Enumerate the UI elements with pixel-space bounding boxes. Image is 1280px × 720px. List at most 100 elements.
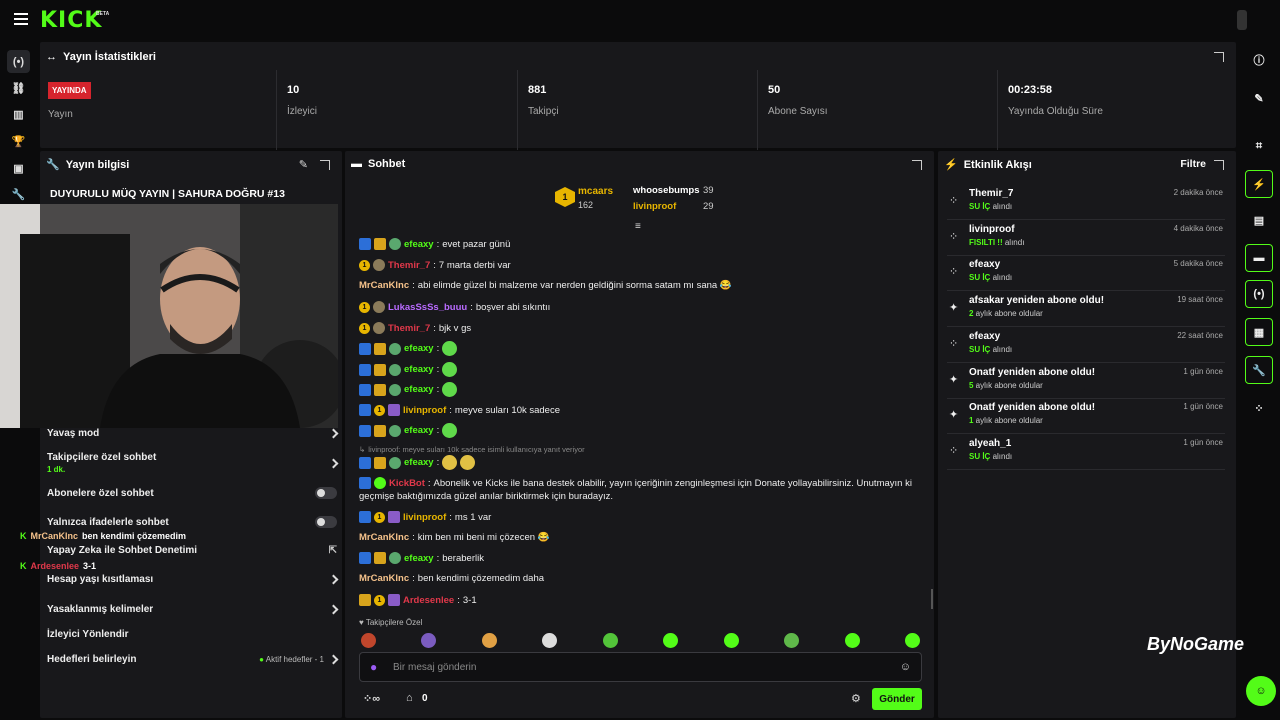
chat-username[interactable]: efeaxy bbox=[404, 343, 434, 354]
chat-message[interactable]: efeaxy: bbox=[359, 455, 919, 470]
chat-message[interactable]: efeaxy: bbox=[359, 423, 919, 438]
emote-icon[interactable] bbox=[905, 633, 920, 648]
chat-message[interactable]: 1 Themir_7: bjk v gs bbox=[359, 322, 919, 334]
chat-username[interactable]: Themir_7 bbox=[388, 260, 430, 271]
emote-only-toggle[interactable] bbox=[315, 516, 337, 528]
layout-icon[interactable]: ▦ bbox=[1245, 318, 1273, 346]
microphone-icon[interactable]: ● bbox=[370, 660, 377, 674]
menu-icon[interactable] bbox=[14, 13, 28, 25]
lightning-icon[interactable]: ⚡ bbox=[1245, 170, 1273, 198]
chat-username[interactable]: KickBot bbox=[389, 478, 425, 489]
expand-icon[interactable] bbox=[320, 160, 330, 170]
tools-icon[interactable]: 🔧 bbox=[1245, 356, 1273, 384]
link-icon[interactable]: ⛓ bbox=[10, 80, 27, 97]
stat-value: 10 bbox=[287, 84, 300, 96]
chat-message[interactable]: 1 Ardesenlee:3-1 bbox=[359, 594, 919, 606]
pencil-icon[interactable]: ✎ bbox=[1245, 84, 1273, 112]
support-icon[interactable]: ☺ bbox=[1246, 676, 1276, 706]
banned-words-row[interactable]: Yasaklanmış kelimeler bbox=[47, 604, 339, 615]
raid-row[interactable]: İzleyici Yönlendir bbox=[47, 629, 337, 640]
activity-event[interactable]: ✦ afsakar yeniden abone oldu! 2 aylık abon… bbox=[947, 293, 1225, 328]
chat-text: bjk v gs bbox=[438, 322, 472, 334]
activity-event[interactable]: ✦ Onatf yeniden abone oldu! 5 aylık abone … bbox=[947, 365, 1225, 399]
chat-icon[interactable]: ▬ bbox=[1245, 244, 1273, 272]
send-button[interactable]: Gönder bbox=[872, 688, 922, 710]
chat-message[interactable]: 1 LukasSsSs_buuu: boşver abi sıkıntıı bbox=[359, 301, 919, 313]
chat-username[interactable]: efeaxy bbox=[404, 384, 434, 395]
activity-event[interactable]: ✦ Onatf yeniden abone oldu! 1 aylık abone … bbox=[947, 400, 1225, 435]
chat-username[interactable]: livinproof bbox=[403, 405, 446, 416]
chat-message[interactable]: KickBot: Abonelik ve Kicks ile bana deste… bbox=[359, 477, 919, 489]
trophy-icon[interactable]: 🏆 bbox=[10, 133, 27, 150]
kick-logo[interactable]: KICK bbox=[40, 8, 102, 33]
chat-message[interactable]: MrCanKlnc: kim ben mi beni mi çözecen 😂 bbox=[359, 532, 919, 543]
chat-text: boşver abi sıkıntıı bbox=[475, 301, 551, 313]
chat-username[interactable]: efeaxy bbox=[404, 457, 434, 468]
chat-username[interactable]: Ardesenlee bbox=[403, 595, 454, 606]
activity-event[interactable]: ⁘ Themir_7 SU İÇ alındı 2 dakika önce bbox=[947, 186, 1225, 220]
emote-icon[interactable] bbox=[482, 633, 497, 648]
chat-message[interactable]: efeaxy: bbox=[359, 362, 919, 377]
emote-icon[interactable] bbox=[603, 633, 618, 648]
chart-icon[interactable]: ▥ bbox=[10, 106, 27, 123]
chat-username[interactable]: MrCanKlnc bbox=[359, 280, 409, 291]
chat-message[interactable]: efeaxy: bbox=[359, 382, 919, 397]
emote-icon[interactable] bbox=[421, 633, 436, 648]
chat-message[interactable]: efeaxy: evet pazar günü bbox=[359, 238, 919, 250]
chat-message[interactable]: MrCanKlnc: abi elimde güzel bi malzeme va… bbox=[359, 280, 919, 291]
expand-icon[interactable] bbox=[1214, 52, 1224, 62]
chat-message[interactable]: efeaxy: bbox=[359, 341, 919, 356]
chat-username[interactable]: efeaxy bbox=[404, 364, 434, 375]
chat-message[interactable]: 1 Themir_7:7 marta derbi var bbox=[359, 259, 919, 271]
emoji-icon[interactable]: ☺ bbox=[900, 661, 911, 673]
emote-icon[interactable] bbox=[663, 633, 678, 648]
emote-icon[interactable] bbox=[361, 633, 376, 648]
chat-username[interactable]: efeaxy bbox=[404, 239, 434, 250]
expand-icon[interactable] bbox=[912, 160, 922, 170]
emote-icon[interactable] bbox=[724, 633, 739, 648]
settings-gear-icon[interactable]: ⚙ bbox=[851, 692, 861, 705]
chat-message[interactable]: 1 livinproof: meyve suları 10k sadece bbox=[359, 404, 919, 416]
expand-icon[interactable] bbox=[1214, 160, 1224, 170]
broadcast-toggle-icon[interactable]: (•) bbox=[1245, 280, 1273, 308]
chat-scrollbar[interactable] bbox=[931, 589, 933, 609]
user-avatar[interactable] bbox=[1237, 10, 1247, 30]
chat-username[interactable]: MrCanKlnc bbox=[359, 532, 409, 543]
chat-username[interactable]: LukasSsSs_buuu bbox=[388, 302, 467, 313]
chat-username[interactable]: livinproof bbox=[403, 512, 446, 523]
ai-moderation-row[interactable]: Yapay Zeka ile Sohbet Denetimi ⇱ bbox=[47, 545, 337, 556]
wrench-icon[interactable]: 🔧 bbox=[10, 186, 27, 203]
chat-input[interactable]: ● Bir mesaj gönderin ☺ bbox=[359, 652, 922, 682]
account-age-row[interactable]: Hesap yaşı kısıtlaması bbox=[47, 574, 339, 585]
event-time: 1 gün önce bbox=[1183, 366, 1223, 376]
video-icon[interactable]: ▣ bbox=[10, 160, 27, 177]
edit-icon[interactable]: ✎ bbox=[299, 158, 308, 171]
subscribers-only-toggle[interactable] bbox=[315, 487, 337, 499]
chat-username[interactable]: Themir_7 bbox=[388, 323, 430, 334]
info-icon[interactable]: ⓘ bbox=[1245, 46, 1273, 74]
emote-icon[interactable] bbox=[845, 633, 860, 648]
chat-username[interactable]: efeaxy bbox=[404, 553, 434, 564]
chat-message[interactable]: 1 livinproof: ms 1 var bbox=[359, 511, 919, 523]
chat-username[interactable]: MrCanKlnc bbox=[359, 573, 409, 584]
chat-message[interactable]: efeaxy: beraberlik bbox=[359, 552, 919, 564]
collapse-icon[interactable]: ≡ bbox=[635, 221, 641, 232]
crop-icon[interactable]: ⌗ bbox=[1245, 132, 1273, 160]
kicks-icon[interactable]: ⁘ bbox=[1245, 394, 1273, 422]
activity-event[interactable]: ⁘ efeaxy SU İÇ alındı 22 saat önce bbox=[947, 329, 1225, 363]
broadcast-icon[interactable]: (•) bbox=[7, 50, 30, 73]
activity-event[interactable]: ⁘ efeaxy SU İÇ alındı 5 dakika önce bbox=[947, 257, 1225, 292]
slow-mode-row[interactable]: Yavaş mod bbox=[47, 428, 339, 439]
goals-row[interactable]: Hedefleri belirleyin ● Aktif hedefler - 1 bbox=[47, 654, 339, 665]
document-icon[interactable]: ▤ bbox=[1245, 206, 1273, 234]
followers-only-row[interactable]: Takipçilere özel sohbet 1 dk. bbox=[47, 452, 339, 474]
emote-icon[interactable] bbox=[542, 633, 557, 648]
store-icon[interactable]: ⌂ bbox=[406, 692, 413, 704]
emote-icon[interactable] bbox=[784, 633, 799, 648]
kicks-icon[interactable]: ⁘∞ bbox=[363, 692, 380, 705]
activity-event[interactable]: ⁘ alyeah_1 SU İÇ alındı 1 gün önce bbox=[947, 436, 1225, 470]
chat-message[interactable]: MrCanKlnc: ben kendimi çözemedim daha bbox=[359, 573, 919, 584]
filter-button[interactable]: Filtre bbox=[1180, 158, 1206, 170]
activity-event[interactable]: ⁘ livinproof FISILTI !! alındı 4 dakika önc… bbox=[947, 222, 1225, 256]
chat-username[interactable]: efeaxy bbox=[404, 425, 434, 436]
